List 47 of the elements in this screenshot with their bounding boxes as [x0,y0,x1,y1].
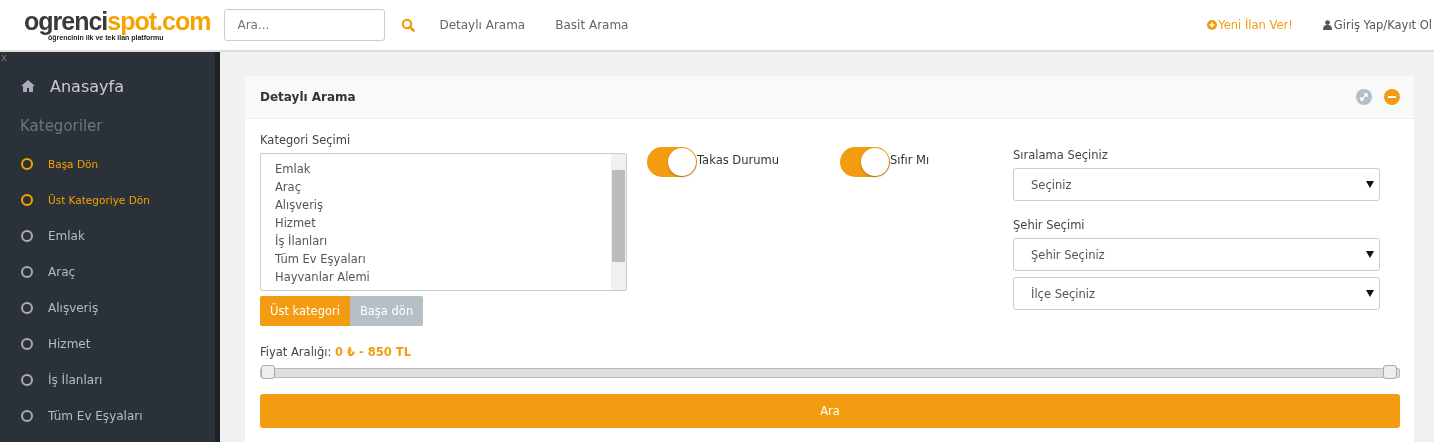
user-icon [1322,20,1332,30]
section-heading: Kategoriler [20,116,104,137]
sidebar-item[interactable]: Araç [21,254,215,290]
price-label: Fiyat Aralığı: 0 ₺ - 850 TL [260,345,413,359]
category-listbox[interactable]: Emlak Araç Alışveriş Hizmet İş İlanları Tüm Ev Eşyaları Hayvanlar Alemi [260,153,627,291]
toggle-label: Sıfır Mı [890,153,930,167]
list-option[interactable]: Alışveriş [275,196,597,214]
list-option[interactable]: İş İlanları [275,232,597,250]
collapse-icon[interactable] [1384,89,1400,105]
sidebar-item[interactable]: İş İlanları [21,362,215,398]
expand-icon[interactable] [1356,89,1372,105]
sidebar-item[interactable]: Hizmet [21,326,215,362]
sidebar-item[interactable]: Üst Kategoriye Dön [21,182,215,218]
home-icon [21,80,35,92]
search-field[interactable]: Ara... [224,9,386,41]
sidebar-item[interactable]: Alışveriş [21,290,215,326]
slider-handle[interactable] [261,365,275,379]
sidebar-item[interactable]: Tüm Ev Eşyaları [21,398,215,434]
nav-link[interactable]: Detaylı Arama [439,18,526,32]
location-select[interactable]: İlçe Seçiniz [1013,277,1380,310]
plus-circle-icon [1207,20,1218,30]
dropdown-arrow-icon [1366,290,1374,297]
list-option[interactable]: Emlak [275,160,597,178]
panel-title: Detaylı Arama [260,90,356,104]
list-option[interactable]: Araç [275,178,597,196]
price-slider[interactable] [260,368,1400,378]
slider-handle[interactable] [1383,365,1397,379]
field-label: Şehir Seçimi [1013,218,1086,232]
list-option[interactable]: Hizmet [275,214,597,232]
dropdown-arrow-icon [1366,251,1374,258]
dropdown-arrow-icon [1366,181,1374,188]
toggle-label: Takas Durumu [697,153,779,167]
sidebar-item[interactable]: Emlak [21,218,215,254]
field-label: Sıralama Seçiniz [1013,148,1109,162]
field-label: Kategori Seçimi [260,133,352,147]
location-select[interactable]: Şehir Seçiniz [1013,238,1380,271]
sort-select[interactable]: Seçiniz [1013,168,1380,201]
nav-link[interactable]: Basit Arama [555,18,629,32]
list-option[interactable]: Hayvanlar Alemi [275,268,597,286]
home-link[interactable]: Anasayfa [21,66,215,106]
search-icon[interactable] [401,18,416,32]
toggle-switch[interactable] [840,147,890,177]
list-option[interactable]: Tüm Ev Eşyaları [275,250,597,268]
sidebar-item[interactable]: Başa Dön [21,146,215,182]
login-link[interactable]: Giriş Yap/Kayıt Ol [1322,18,1432,32]
scrollbar[interactable] [611,154,626,290]
toggle-switch[interactable] [647,147,697,177]
